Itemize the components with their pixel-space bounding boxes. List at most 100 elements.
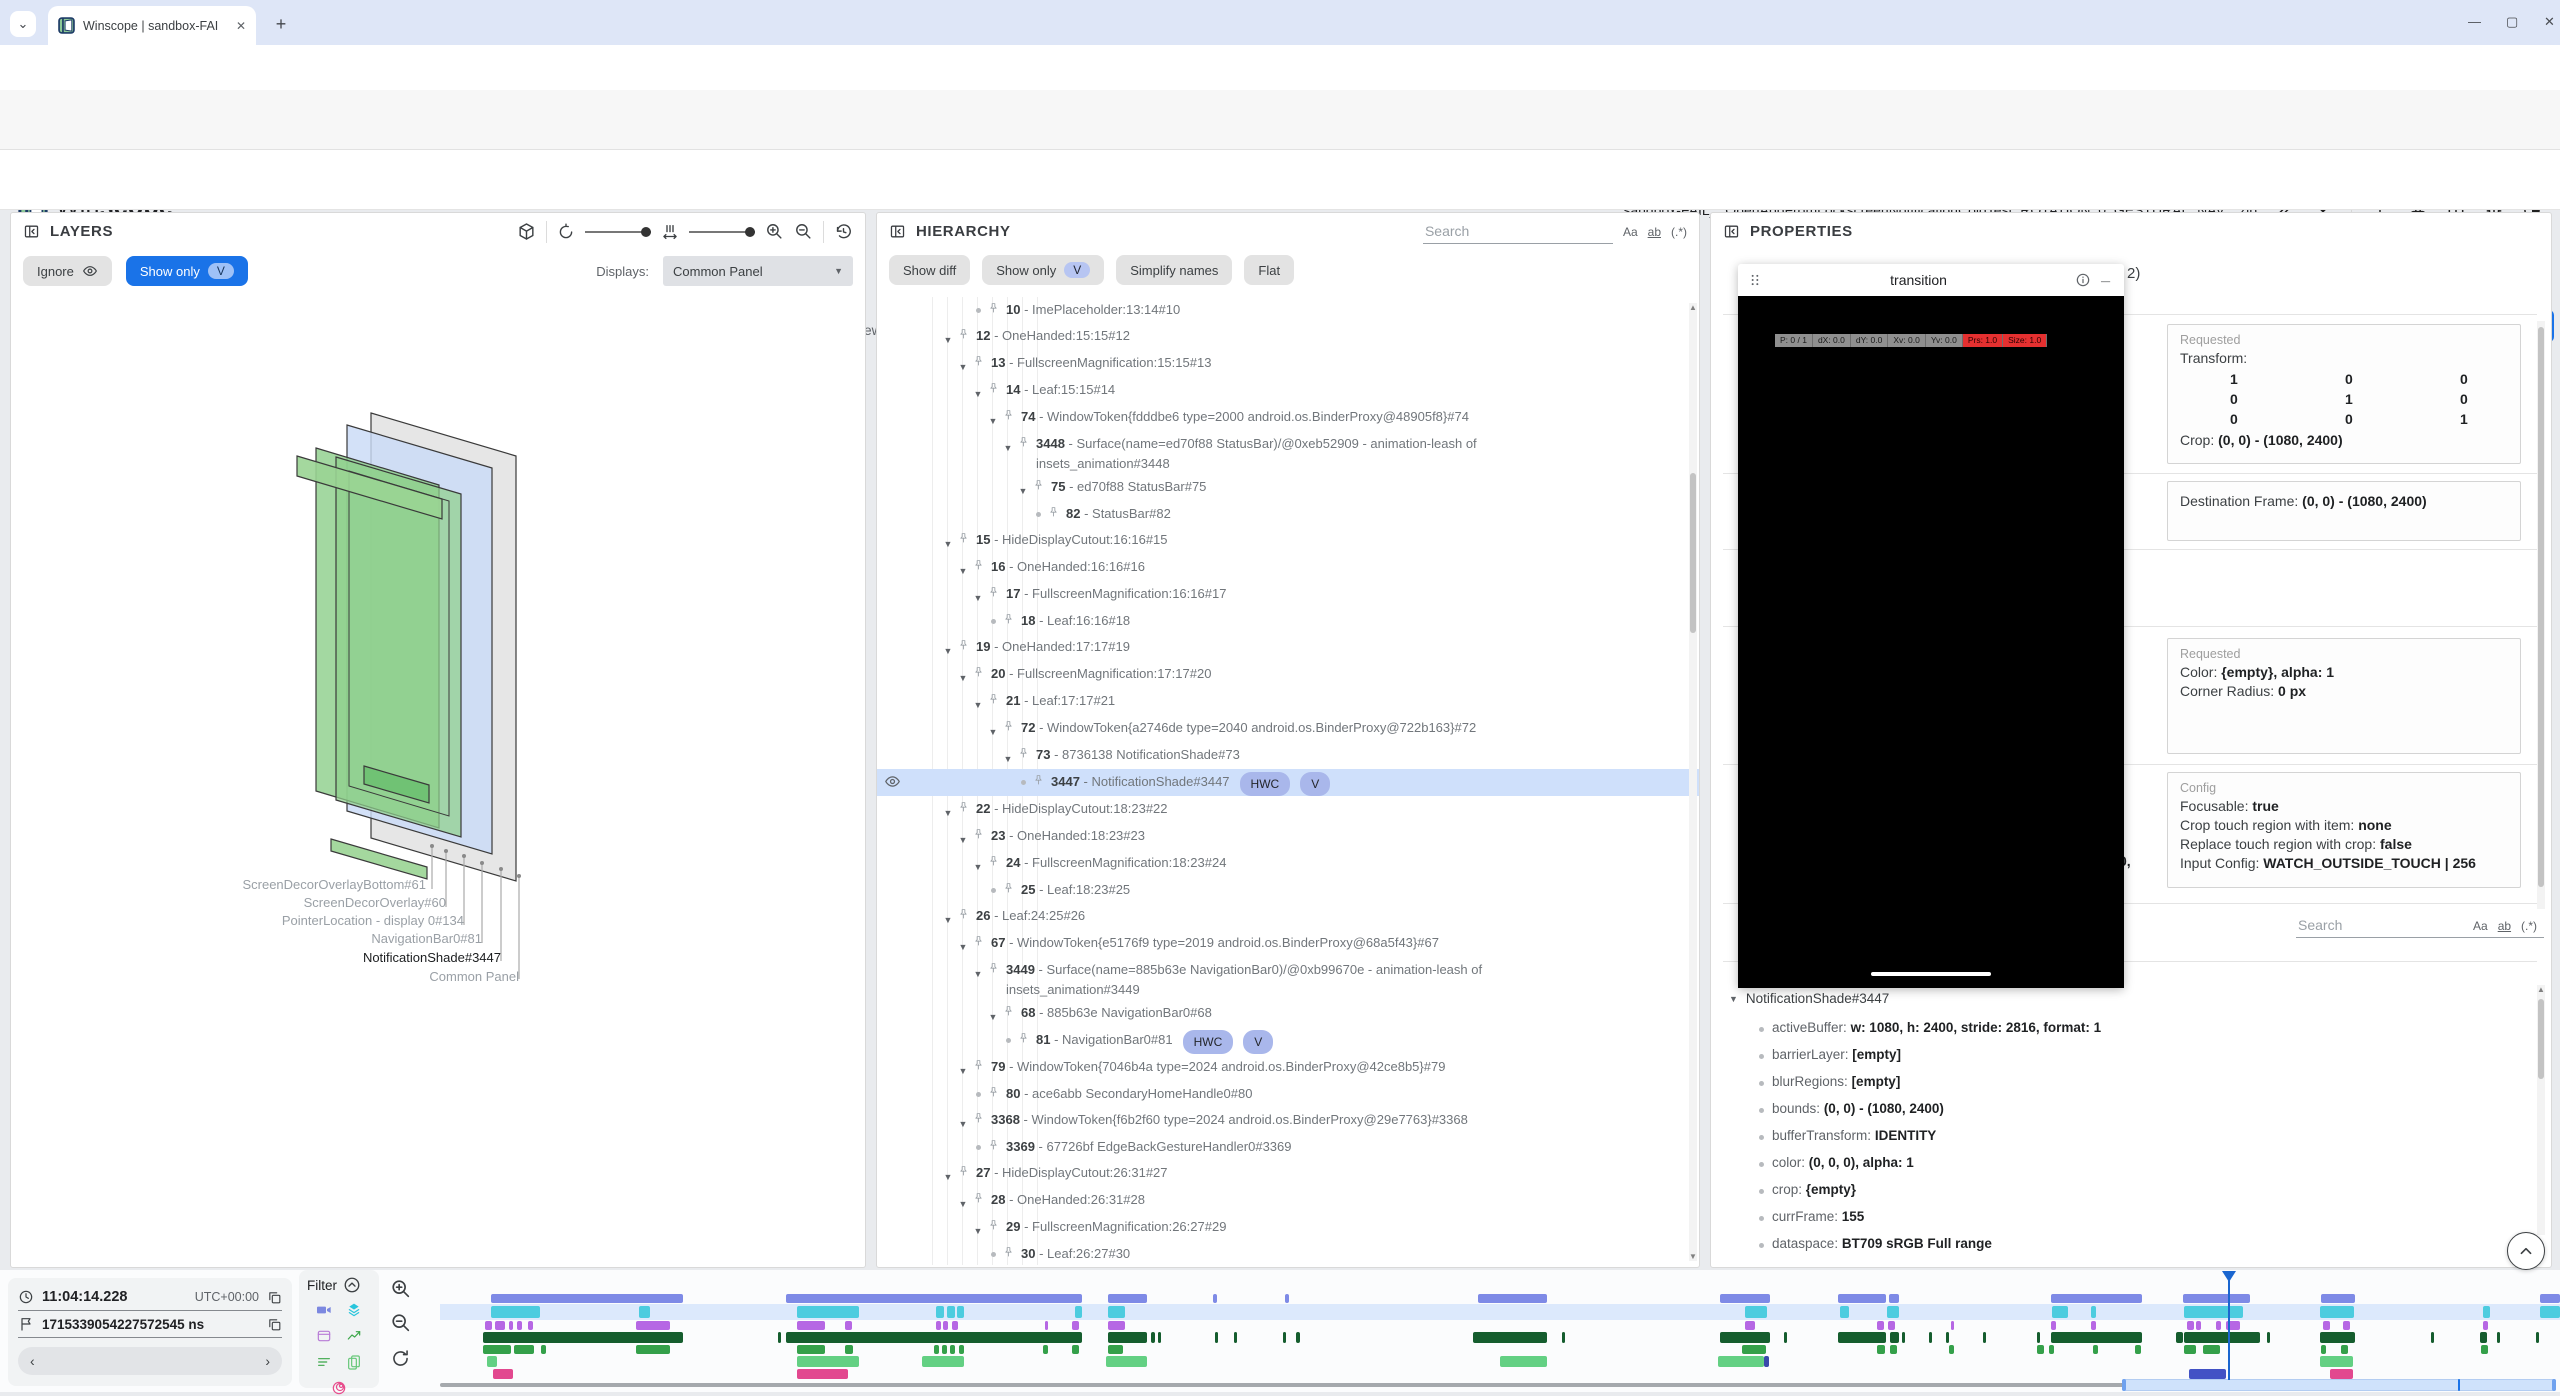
scroll-to-top-button[interactable] [2507, 1232, 2545, 1270]
trace-event-block[interactable] [2049, 1345, 2054, 1354]
trace-event-block[interactable] [2320, 1332, 2355, 1343]
tree-node[interactable]: 82 - StatusBar#82 [877, 501, 1699, 527]
expand-arrow-icon[interactable]: ▼ [971, 1217, 985, 1241]
trace-event-block[interactable] [2203, 1345, 2220, 1354]
trace-event-block[interactable] [485, 1321, 492, 1330]
pin-icon[interactable] [972, 355, 985, 368]
trace-event-block[interactable] [1072, 1321, 1079, 1330]
trace-event-block[interactable] [1106, 1356, 1147, 1367]
trace-event-block[interactable] [947, 1306, 955, 1318]
trace-event-block[interactable] [487, 1356, 497, 1367]
range-handle[interactable] [2552, 1379, 2556, 1391]
trace-event-block[interactable] [483, 1332, 683, 1343]
tree-node[interactable]: ▼21 - Leaf:17:17#21 [877, 688, 1699, 715]
tree-node[interactable]: 18 - Leaf:16:16#18 [877, 608, 1699, 634]
expand-arrow-icon[interactable]: ▼ [1016, 477, 1030, 501]
trace-event-block[interactable] [1478, 1294, 1547, 1303]
expand-arrow-icon[interactable]: ▼ [956, 1057, 970, 1081]
tree-node[interactable]: ▼17 - FullscreenMagnification:16:16#17 [877, 581, 1699, 608]
expand-arrow-icon[interactable]: ▼ [941, 326, 955, 350]
overlay-titlebar[interactable]: transition _ [1738, 264, 2124, 296]
pin-icon[interactable] [957, 328, 970, 341]
info-icon[interactable] [2075, 272, 2091, 288]
show-only-button[interactable]: Show only V [126, 256, 248, 286]
trace-event-block[interactable] [636, 1321, 670, 1330]
tree-node[interactable]: ▼20 - FullscreenMagnification:17:17#20 [877, 661, 1699, 688]
trace-event-block[interactable] [778, 1332, 781, 1343]
tree-node[interactable]: ▼3368 - WindowToken{f6b2f60 type=2024 an… [877, 1107, 1699, 1134]
pin-icon[interactable] [972, 666, 985, 679]
pin-icon[interactable] [987, 586, 1000, 599]
pin-icon[interactable] [987, 1086, 1000, 1099]
transition-overlay-card[interactable]: transition _ P: 0 / 1dX: 0.0dY: 0.0Xv: 0… [1738, 264, 2124, 988]
reset-view-icon[interactable] [834, 222, 853, 241]
trace-event-block[interactable] [2267, 1332, 2270, 1343]
expand-arrow-icon[interactable]: ▼ [956, 826, 970, 850]
expand-arrow-icon[interactable]: ▼ [971, 691, 985, 715]
property-item[interactable]: barrierLayer: [empty] [1725, 1041, 2535, 1068]
tree-node[interactable]: ▼28 - OneHanded:26:31#28 [877, 1187, 1699, 1214]
pin-icon[interactable] [972, 559, 985, 572]
trace-event-block[interactable] [2093, 1345, 2098, 1354]
layers-3d-canvas[interactable]: ScreenDecorOverlayBottom#61ScreenDecorOv… [11, 291, 865, 1265]
pin-icon[interactable] [987, 693, 1000, 706]
trace-event-block[interactable] [495, 1321, 505, 1330]
expand-arrow-icon[interactable]: ▼ [971, 960, 985, 984]
pin-icon[interactable] [957, 532, 970, 545]
trace-event-block[interactable] [2480, 1332, 2487, 1343]
pin-icon[interactable] [972, 1192, 985, 1205]
expand-arrow-icon[interactable]: ▼ [941, 637, 955, 661]
hierarchy-show-diff-button[interactable]: Show diff [889, 255, 970, 285]
tree-node[interactable]: ▼72 - WindowToken{a2746de type=2040 andr… [877, 715, 1699, 742]
trace-event-block[interactable] [2321, 1345, 2326, 1354]
trace-event-block[interactable] [1949, 1345, 1954, 1354]
pin-icon[interactable] [987, 382, 1000, 395]
property-item[interactable]: activeBuffer: w: 1080, h: 2400, stride: … [1725, 1014, 2535, 1041]
trace-event-block[interactable] [493, 1369, 513, 1379]
pin-icon[interactable] [972, 1112, 985, 1125]
trace-event-block-selected[interactable] [2189, 1369, 2226, 1379]
tree-node[interactable]: ▼75 - ed70f88 StatusBar#75 [877, 474, 1699, 501]
expand-arrow-icon[interactable]: ▼ [956, 664, 970, 688]
trace-event-block[interactable] [2176, 1332, 2183, 1343]
trace-event-block[interactable] [1285, 1294, 1289, 1303]
trace-event-block[interactable] [2431, 1332, 2434, 1343]
trace-event-block[interactable] [517, 1321, 522, 1330]
trace-event-block[interactable] [1108, 1321, 1125, 1330]
trace-event-block[interactable] [2323, 1321, 2330, 1330]
trace-event-block[interactable] [639, 1306, 650, 1318]
pin-icon[interactable] [972, 828, 985, 841]
match-word-icon[interactable]: ab [1648, 225, 1661, 239]
trace-event-block[interactable] [1838, 1294, 1886, 1303]
trace-event-block[interactable] [2320, 1356, 2353, 1367]
trace-event-block[interactable] [797, 1356, 859, 1367]
window-minimize-icon[interactable]: — [2468, 14, 2481, 29]
trace-event-block[interactable] [845, 1345, 853, 1354]
trace-event-block[interactable] [2497, 1332, 2500, 1343]
pin-icon[interactable] [972, 1059, 985, 1072]
hierarchy-scrollbar[interactable]: ▲ ▼ [1689, 303, 1697, 1261]
trace-event-block[interactable] [797, 1369, 848, 1379]
trace-event-block[interactable] [786, 1294, 1082, 1303]
window-close-icon[interactable]: ✕ [2544, 14, 2555, 30]
tree-node[interactable]: ▼67 - WindowToken{e5176f9 type=2019 andr… [877, 930, 1699, 957]
pin-icon[interactable] [1002, 1005, 1015, 1018]
expand-arrow-icon[interactable]: ▼ [956, 1110, 970, 1134]
displays-select[interactable]: Common Panel ▼ [663, 256, 853, 286]
pin-icon[interactable] [1002, 882, 1015, 895]
trace-event-block[interactable] [1946, 1332, 1949, 1343]
properties-tree-scrollbar[interactable]: ▲ [2537, 985, 2545, 1235]
match-case-icon[interactable]: Aa [2473, 919, 2488, 933]
expand-arrow-icon[interactable]: ▼ [956, 557, 970, 581]
tree-node[interactable]: 25 - Leaf:18:23#25 [877, 877, 1699, 903]
trace-event-block[interactable] [2091, 1306, 2096, 1318]
pin-icon[interactable] [1002, 720, 1015, 733]
tree-node-selected[interactable]: 3447 - NotificationShade#3447HWCV [877, 769, 1699, 796]
trace-event-block[interactable] [1902, 1332, 1905, 1343]
trace-event-block[interactable] [1158, 1332, 1161, 1343]
trace-event-block[interactable] [2184, 1345, 2196, 1354]
trace-event-block[interactable] [1108, 1345, 1123, 1354]
trace-event-block[interactable] [2052, 1306, 2068, 1318]
tree-node[interactable]: ▼12 - OneHanded:15:15#12 [877, 323, 1699, 350]
hierarchy-search-input[interactable] [1423, 219, 1613, 244]
